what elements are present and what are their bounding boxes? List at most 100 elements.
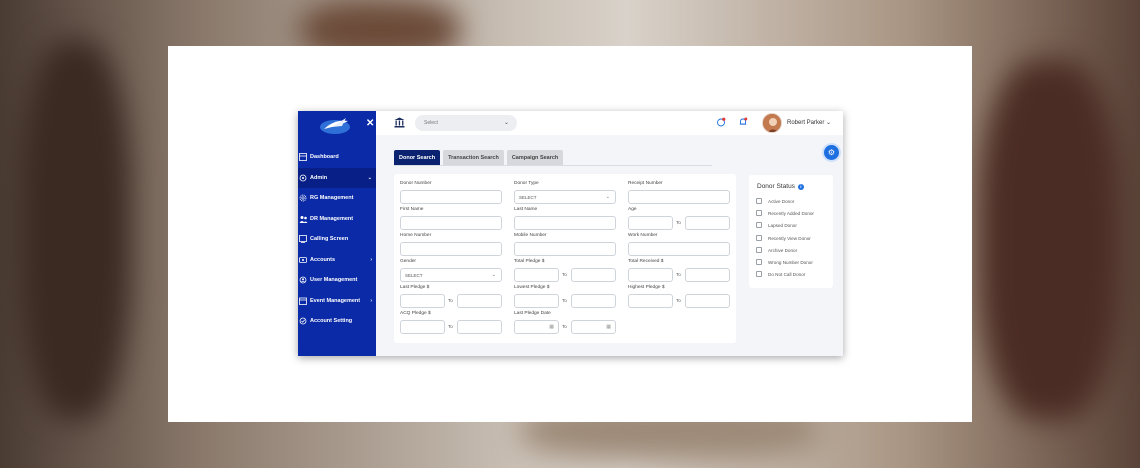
- bell-icon[interactable]: [738, 117, 748, 127]
- checkbox[interactable]: [756, 235, 762, 241]
- chevron-right-icon: ›: [370, 256, 372, 263]
- to-label: To: [448, 298, 453, 303]
- status-option-archive-donor[interactable]: Archive Donor: [756, 246, 797, 254]
- tab-transaction-search[interactable]: Transaction Search: [443, 150, 504, 165]
- sidebar-item-label: RG Management: [310, 195, 354, 202]
- tab-donor-search[interactable]: Donor Search: [394, 150, 441, 165]
- top-bar: Select ⌄ Robert Parker ⌄: [376, 111, 843, 135]
- close-sidebar-icon[interactable]: ✕: [366, 118, 374, 129]
- age-to-input[interactable]: [685, 216, 730, 230]
- gender-select[interactable]: SELECT ⌄: [400, 268, 502, 282]
- age-from-input[interactable]: [628, 216, 673, 230]
- status-option-recently-view-donor[interactable]: Recently View Donor: [756, 234, 811, 242]
- sidebar-item-rg-management[interactable]: RG Management: [298, 188, 376, 209]
- checkbox[interactable]: [756, 271, 762, 277]
- settings-gear-button[interactable]: ⚙: [824, 145, 839, 160]
- total-received-from-input[interactable]: [628, 268, 673, 282]
- donor-type-select[interactable]: SELECT ⌄: [514, 190, 616, 204]
- user-gear-icon: [298, 276, 308, 285]
- status-option-do-not-call-donor[interactable]: Do Not Call Donor: [756, 270, 805, 278]
- calendar-icon: ▦: [549, 324, 554, 330]
- first-name-input[interactable]: [400, 216, 502, 230]
- gender-value: SELECT: [405, 273, 423, 278]
- status-option-label: Archive Donor: [768, 247, 798, 253]
- calendar-icon: ▦: [606, 324, 611, 330]
- sidebar-item-calling-screen[interactable]: Calling Screen: [298, 229, 376, 250]
- donor-search-form: Donor Number Donor Type SELECT ⌄ Receipt…: [394, 174, 736, 343]
- sidebar-item-label: User Management: [310, 277, 358, 284]
- highest-pledge-from-input[interactable]: [628, 294, 673, 308]
- chevron-down-icon: ⌄: [826, 120, 832, 126]
- checkbox[interactable]: [756, 210, 762, 216]
- donor-status-title: Donor Status i: [757, 183, 804, 190]
- mobile-number-label: Mobile Number: [514, 233, 547, 238]
- sidebar-item-account-setting[interactable]: Account Setting: [298, 311, 376, 332]
- info-icon[interactable]: i: [797, 183, 804, 190]
- chevron-down-icon: ⌄: [503, 120, 509, 126]
- total-pledge-to-input[interactable]: [571, 268, 616, 282]
- avatar[interactable]: [762, 113, 782, 133]
- last-name-label: Last Name: [514, 207, 538, 212]
- home-number-input[interactable]: [400, 242, 502, 256]
- tab-campaign-search[interactable]: Campaign Search: [506, 150, 564, 165]
- status-option-wrong-number-donor[interactable]: Wrong Number Donor: [756, 258, 813, 266]
- donor-number-label: Donor Number: [400, 181, 432, 186]
- to-label: To: [562, 272, 567, 277]
- last-pledge-to-input[interactable]: [457, 294, 502, 308]
- work-number-input[interactable]: [628, 242, 730, 256]
- total-pledge-from-input[interactable]: [514, 268, 559, 282]
- sidebar-item-accounts[interactable]: Accounts ›: [298, 250, 376, 271]
- work-number-label: Work Number: [628, 233, 658, 238]
- search-tabs: Donor Search Transaction Search Campaign…: [394, 150, 564, 165]
- sidebar-item-dr-management[interactable]: DR Management: [298, 209, 376, 230]
- donor-type-label: Donor Type: [514, 181, 539, 186]
- to-label: To: [676, 220, 681, 225]
- last-name-input[interactable]: [514, 216, 616, 230]
- user-menu[interactable]: Robert Parker ⌄: [787, 119, 831, 126]
- status-option-active-donor[interactable]: Active Donor: [756, 197, 794, 205]
- to-label: To: [676, 272, 681, 277]
- sidebar-item-label: Accounts: [310, 256, 336, 263]
- status-option-lapsed-donor[interactable]: Lapsed Donor: [756, 221, 797, 229]
- sidebar-item-user-management[interactable]: User Management: [298, 270, 376, 291]
- age-label: Age: [628, 207, 637, 212]
- people-icon: [298, 214, 308, 223]
- lowest-pledge-to-input[interactable]: [571, 294, 616, 308]
- donor-number-input[interactable]: [400, 190, 502, 204]
- highest-pledge-to-input[interactable]: [685, 294, 730, 308]
- last-pledge-date-label: Last Pledge Date: [514, 311, 551, 316]
- sidebar-item-label: Event Management: [310, 297, 361, 304]
- org-select-dropdown[interactable]: Select ⌄: [415, 115, 517, 131]
- status-option-recently-added-donor[interactable]: Recently Added Donor: [756, 209, 814, 217]
- checkbox[interactable]: [756, 259, 762, 265]
- user-name: Robert Parker: [787, 120, 825, 126]
- sidebar-item-admin[interactable]: Admin ⌄: [298, 167, 376, 188]
- last-pledge-date-from-input[interactable]: ▦: [514, 320, 559, 334]
- sidebar: ✕ Dashboard Admin ⌄ RG Management DR Man…: [298, 111, 376, 356]
- acq-pledge-to-input[interactable]: [457, 320, 502, 334]
- lowest-pledge-from-input[interactable]: [514, 294, 559, 308]
- checkbox[interactable]: [756, 247, 762, 253]
- status-option-label: Do Not Call Donor: [768, 271, 806, 277]
- donor-type-value: SELECT: [519, 195, 537, 200]
- total-received-to-input[interactable]: [685, 268, 730, 282]
- acq-pledge-from-input[interactable]: [400, 320, 445, 334]
- last-pledge-date-to-input[interactable]: ▦: [571, 320, 616, 334]
- sidebar-item-dashboard[interactable]: Dashboard: [298, 147, 376, 168]
- sidebar-item-label: Dashboard: [310, 154, 339, 161]
- sync-notification-icon[interactable]: [716, 117, 726, 127]
- bank-icon[interactable]: [394, 117, 405, 128]
- to-label: To: [562, 298, 567, 303]
- sidebar-item-label: Account Setting: [310, 318, 353, 325]
- status-option-label: Recently View Donor: [768, 235, 811, 241]
- mobile-number-input[interactable]: [514, 242, 616, 256]
- tab-divider: [394, 165, 712, 166]
- gender-label: Gender: [400, 259, 416, 264]
- last-pledge-from-input[interactable]: [400, 294, 445, 308]
- sidebar-item-event-management[interactable]: Event Management ›: [298, 291, 376, 312]
- gear-icon: [298, 194, 308, 203]
- checkbox[interactable]: [756, 222, 762, 228]
- receipt-number-input[interactable]: [628, 190, 730, 204]
- checkbox[interactable]: [756, 198, 762, 204]
- donor-status-panel: Donor Status i Active Donor Recently Add…: [749, 175, 833, 288]
